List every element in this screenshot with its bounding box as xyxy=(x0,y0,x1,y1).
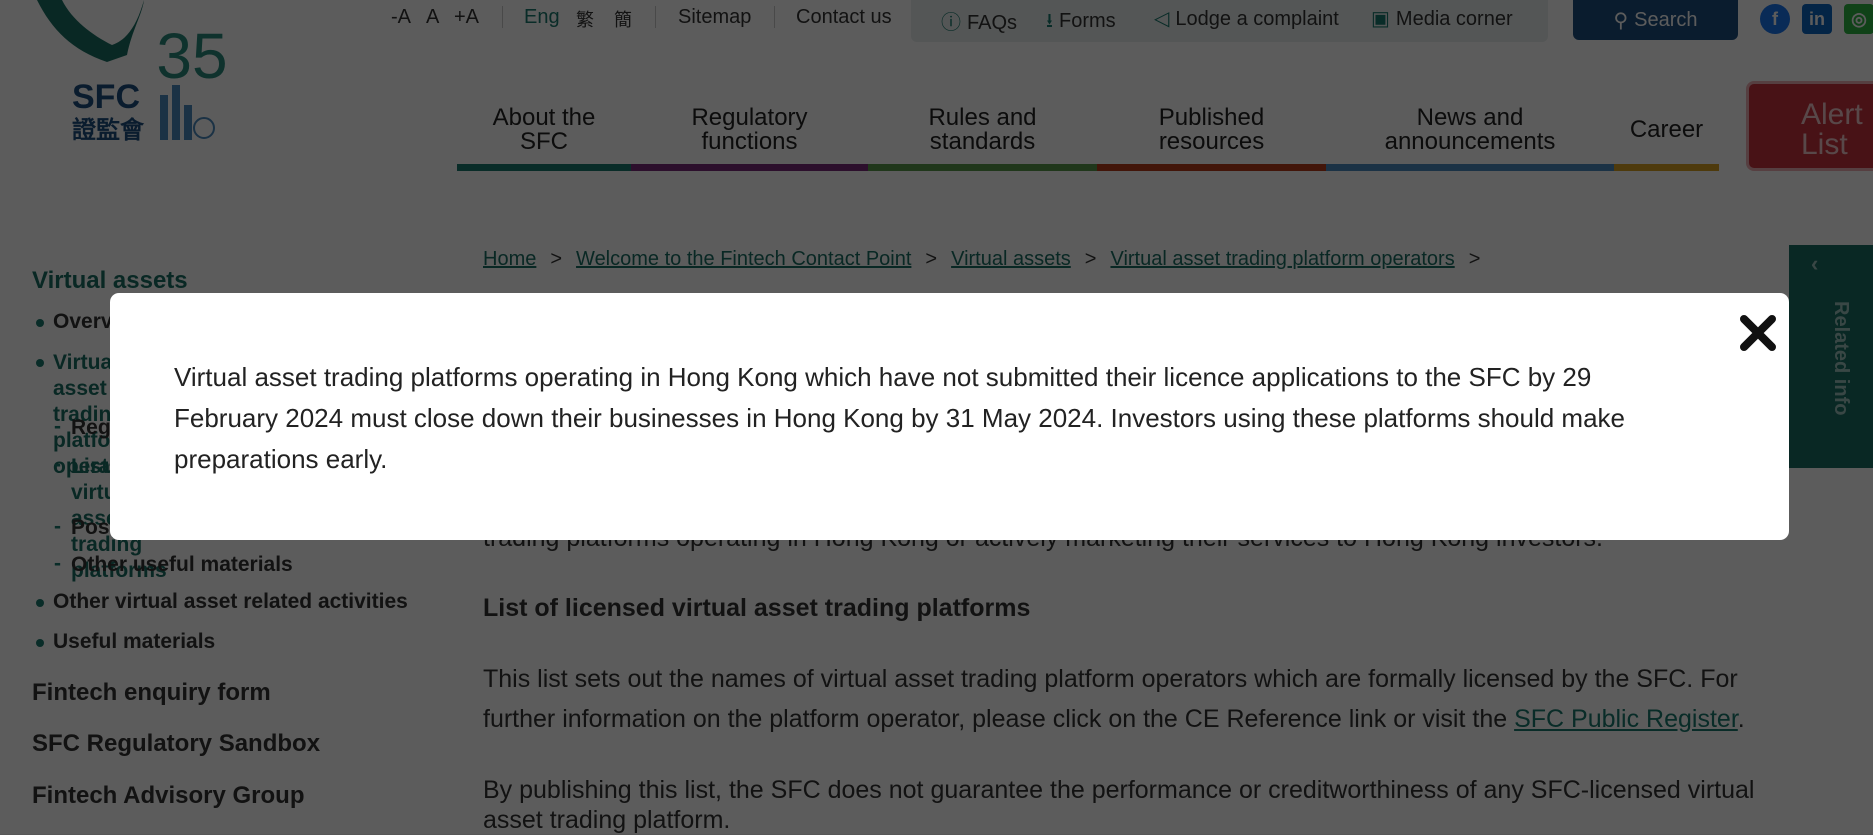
paragraph-text: further information on the platform oper… xyxy=(483,705,1515,733)
sfc-public-register-link[interactable]: SFC Public Register xyxy=(1514,705,1738,733)
lang-traditional-chinese[interactable]: 繁 xyxy=(576,6,594,32)
bullet-icon xyxy=(36,599,44,607)
close-icon[interactable] xyxy=(1738,313,1778,353)
svg-text:證監會: 證監會 xyxy=(72,116,145,143)
sidebar-regulatory-sandbox[interactable]: SFC Regulatory Sandbox xyxy=(32,730,320,758)
breadcrumb-fintech-contact-point[interactable]: Welcome to the Fintech Contact Point xyxy=(576,248,911,270)
sfc-logo[interactable]: 35 SFC 證監會 xyxy=(32,0,237,144)
nav-published-resources[interactable]: Published resources xyxy=(1097,95,1326,171)
bullet-icon xyxy=(36,319,44,327)
media-corner-link[interactable]: ▣ Media corner xyxy=(1371,6,1513,31)
nav-about-the-sfc[interactable]: About the SFC xyxy=(457,95,631,171)
dash-icon: - xyxy=(54,453,61,476)
svg-text:SFC: SFC xyxy=(72,78,140,116)
quick-links-bar: ⓘ FAQs ⭳ Forms ◁ Lodge a complaint ▣ Media c… xyxy=(911,0,1548,42)
breadcrumb-virtual-assets[interactable]: Virtual assets xyxy=(951,248,1071,270)
search-icon: ⚲ xyxy=(1613,9,1629,32)
divider xyxy=(774,6,775,28)
chevron-right-icon: > xyxy=(550,248,563,270)
breadcrumb-vatp-operators[interactable]: Virtual asset trading platform operators xyxy=(1110,248,1454,270)
notice-modal: Virtual asset trading platforms operatin… xyxy=(110,293,1789,540)
paragraph-line: asset trading platform. xyxy=(483,806,731,834)
image-icon: ▣ xyxy=(1371,8,1390,30)
chevron-right-icon: > xyxy=(1084,248,1097,270)
related-info-label: Related info xyxy=(1830,301,1852,416)
lodge-complaint-link[interactable]: ◁ Lodge a complaint xyxy=(1154,6,1339,31)
default-font-button[interactable]: A xyxy=(426,6,439,29)
nav-label: About the SFC xyxy=(492,103,596,155)
sidebar-item-other-va-activities[interactable]: Other virtual asset related activities xyxy=(53,590,408,614)
facebook-icon[interactable]: f xyxy=(1760,4,1790,34)
chevron-right-icon: > xyxy=(925,248,938,270)
nav-rules-and-standards[interactable]: Rules and standards xyxy=(868,95,1097,171)
faqs-label: FAQs xyxy=(967,12,1018,34)
increase-font-button[interactable]: +A xyxy=(454,6,479,29)
paragraph-text: . xyxy=(1737,705,1745,733)
wechat-icon[interactable]: ◎ xyxy=(1844,4,1873,34)
contact-us-link[interactable]: Contact us xyxy=(796,6,892,29)
related-info-tab[interactable]: ‹ Related info xyxy=(1789,245,1873,468)
breadcrumb-home[interactable]: Home xyxy=(483,248,536,270)
sitemap-link[interactable]: Sitemap xyxy=(678,6,751,29)
nav-label: Career xyxy=(1629,115,1704,143)
chevron-right-icon: > xyxy=(1468,248,1481,270)
dash-icon: - xyxy=(54,515,61,538)
section-heading: List of licensed virtual asset trading p… xyxy=(483,594,1031,622)
sidebar-item-other-useful-materials[interactable]: Other useful materials xyxy=(71,553,293,577)
paragraph-line: further information on the platform oper… xyxy=(483,705,1745,734)
download-icon: ⭳ xyxy=(1046,10,1053,32)
question-circle-icon: ⓘ xyxy=(941,12,961,34)
nav-label: Regulatory functions xyxy=(691,103,808,155)
nav-news-and-announcements[interactable]: News and announcements xyxy=(1326,95,1614,171)
bullet-icon xyxy=(36,359,44,367)
sidebar-item-useful-materials[interactable]: Useful materials xyxy=(53,630,215,654)
sidebar-title[interactable]: Virtual assets xyxy=(32,267,188,295)
search-button[interactable]: ⚲ Search xyxy=(1573,0,1738,40)
lang-simplified-chinese[interactable]: 簡 xyxy=(614,6,632,32)
forms-link[interactable]: ⭳ Forms xyxy=(1046,6,1116,40)
decrease-font-button[interactable]: -A xyxy=(391,6,411,29)
search-label: Search xyxy=(1634,8,1698,31)
paragraph-line: By publishing this list, the SFC does no… xyxy=(483,776,1755,804)
nav-label: Published resources xyxy=(1158,103,1265,155)
nav-regulatory-functions[interactable]: Regulatory functions xyxy=(631,95,868,171)
modal-message: Virtual asset trading platforms operatin… xyxy=(174,362,1626,474)
bullet-icon xyxy=(36,639,44,647)
megaphone-icon: ◁ xyxy=(1154,8,1170,30)
sidebar-fintech-advisory-group[interactable]: Fintech Advisory Group xyxy=(32,782,304,810)
linkedin-icon[interactable]: in xyxy=(1802,4,1832,34)
nav-label: News and announcements xyxy=(1384,103,1556,155)
nav-career[interactable]: Career xyxy=(1614,95,1719,171)
dash-icon: - xyxy=(54,552,61,575)
sidebar-fintech-enquiry-form[interactable]: Fintech enquiry form xyxy=(32,679,271,707)
faqs-link[interactable]: ⓘ FAQs xyxy=(941,6,1017,35)
eagle-logo-icon: 35 SFC 證監會 xyxy=(37,0,228,144)
lang-english[interactable]: Eng xyxy=(524,6,560,29)
svg-text:35: 35 xyxy=(156,20,227,92)
paragraph-line: This list sets out the names of virtual … xyxy=(483,665,1738,693)
divider xyxy=(655,6,656,28)
dash-icon: - xyxy=(54,415,61,438)
alert-list-button[interactable]: Alert List xyxy=(1746,81,1873,171)
forms-label: Forms xyxy=(1059,10,1116,32)
nav-label: Rules and standards xyxy=(928,103,1037,155)
chevron-left-icon: ‹ xyxy=(1811,251,1819,276)
media-corner-label: Media corner xyxy=(1395,8,1513,30)
lodge-complaint-label: Lodge a complaint xyxy=(1175,8,1339,30)
breadcrumb: Home > Welcome to the Fintech Contact Poin… xyxy=(483,248,1494,271)
alert-list-label: Alert List xyxy=(1801,98,1863,161)
divider xyxy=(502,6,503,28)
